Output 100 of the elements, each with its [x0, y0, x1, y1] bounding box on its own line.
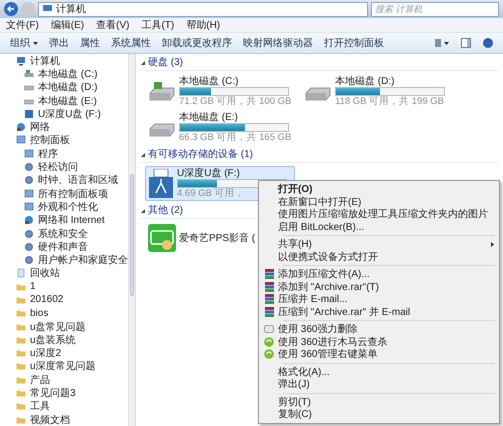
address-bar[interactable]: 计算机	[38, 2, 368, 16]
help-icon[interactable]	[483, 38, 493, 48]
archive-icon	[264, 306, 274, 317]
breadcrumb[interactable]: 计算机	[56, 2, 86, 16]
drive-name: 爱奇艺PPS影音 (	[179, 232, 256, 244]
nav-item[interactable]: 视频文档	[30, 412, 70, 426]
usb-drive-icon	[24, 108, 34, 119]
collapse-icon[interactable]	[141, 61, 145, 65]
capacity-text: 66.3 GB 可用，共 165 GB	[179, 132, 292, 143]
nav-item[interactable]: 程序	[38, 146, 58, 161]
nav-item[interactable]: 计算机	[30, 54, 60, 68]
menu-item[interactable]: 文件(F)	[6, 18, 39, 32]
nav-item[interactable]: 网络和 Internet	[38, 213, 105, 228]
refresh-icon	[264, 349, 274, 360]
nav-item[interactable]: u盘装系统	[30, 332, 76, 347]
preview-pane-icon[interactable]	[461, 38, 471, 48]
nav-item[interactable]: 控制面板	[30, 133, 70, 148]
folder-icon	[16, 361, 26, 372]
view-options-icon[interactable]	[435, 39, 449, 47]
submenu-arrow-icon	[491, 242, 494, 247]
nav-item[interactable]: u盘常见问题	[30, 320, 86, 334]
menu-item[interactable]: 以便携式设备方式打开	[261, 250, 497, 263]
nav-item[interactable]: 本地磁盘 (E:)	[38, 94, 97, 108]
collapse-icon[interactable]	[141, 153, 145, 157]
archive-icon	[264, 269, 274, 280]
menu-item[interactable]: 使用图片压缩缩放处理工具压缩文件夹内的图片	[261, 208, 497, 220]
nav-item[interactable]: 系统和安全	[38, 226, 88, 241]
nav-item[interactable]: 本地磁盘 (C:)	[38, 66, 98, 81]
drive-name: 本地磁盘 (E:)	[179, 112, 239, 123]
folder-icon	[16, 334, 26, 345]
shredder-icon	[264, 325, 274, 334]
back-arrow-icon	[7, 5, 15, 13]
menu-item[interactable]: 弹出(J)	[261, 378, 497, 390]
back-button[interactable]	[4, 2, 18, 16]
toolbar-button[interactable]: 打开控制面板	[324, 36, 384, 50]
settings-icon	[24, 162, 34, 172]
menu-item[interactable]: 工具(T)	[141, 18, 174, 32]
nav-item[interactable]: 201602	[30, 294, 64, 306]
folder-icon	[16, 308, 26, 318]
nav-item[interactable]: 本地磁盘 (D:)	[38, 80, 98, 94]
network-icon	[24, 215, 34, 226]
drive-tile[interactable]: 本地磁盘 (E:) 66.3 GB 可用，共 165 GB	[145, 110, 295, 145]
nav-item[interactable]: 1	[30, 281, 36, 292]
nav-item[interactable]: 产品	[30, 372, 50, 387]
drive-tile[interactable]: 本地磁盘 (D:) 118 GB 可用，共 199 GB	[301, 74, 451, 109]
folder-icon	[16, 374, 26, 385]
nav-item[interactable]: u深度常见问题	[30, 359, 96, 374]
toolbar-button[interactable]: 弹出	[49, 36, 69, 50]
nav-item[interactable]: u深度2	[30, 346, 62, 360]
menu-item[interactable]: 格式化(A)...	[261, 366, 497, 378]
search-field[interactable]: 搜索 计算机	[371, 2, 499, 16]
menu-item[interactable]: 查看(V)	[96, 18, 130, 32]
nav-item[interactable]: 轻松访问	[38, 160, 78, 174]
drive-tile[interactable]: 本地磁盘 (C:) 71.2 GB 可用，共 100 GB	[145, 74, 295, 109]
capacity-text: 71.2 GB 可用，共 100 GB	[179, 96, 292, 107]
settings-icon	[24, 228, 34, 238]
menu-item[interactable]: 使用 360进行木马云查杀	[261, 336, 497, 348]
toolbar-button[interactable]: 属性	[80, 36, 100, 50]
nav-item[interactable]: 工具	[30, 399, 50, 414]
drive-name: U深度U盘 (F:)	[177, 168, 241, 179]
nav-item[interactable]: 外观和个性化	[38, 200, 98, 214]
menu-item[interactable]: 添加到压缩文件(A)...	[261, 268, 497, 280]
usb-drive-icon	[148, 168, 174, 198]
nav-item[interactable]: 所有控制面板项	[38, 186, 108, 201]
nav-item[interactable]: bios	[30, 308, 48, 319]
menu-item[interactable]: 启用 BitLocker(B)...	[261, 220, 497, 233]
toolbar-button[interactable]: 组织	[10, 36, 38, 50]
archive-icon	[264, 294, 274, 304]
refresh-icon	[264, 336, 274, 347]
toolbar-button[interactable]: 卸载或更改程序	[162, 36, 232, 50]
computer-icon	[16, 56, 26, 66]
scrollbar[interactable]	[128, 54, 135, 426]
menu-item[interactable]: 编辑(E)	[50, 18, 84, 32]
folder-icon	[16, 282, 26, 292]
nav-item[interactable]: 用户帐户和家庭安全	[38, 253, 128, 268]
nav-item[interactable]: 回收站	[30, 266, 60, 280]
control-panel-icon	[24, 188, 34, 199]
menu-item[interactable]: 压缩并 E-mail...	[261, 293, 497, 306]
computer-icon	[43, 5, 52, 13]
nav-item[interactable]: 硬件和声音	[38, 240, 88, 254]
toolbar-button[interactable]: 系统属性	[111, 36, 151, 50]
menu-item[interactable]: 添加到 "Archive.rar"(T)	[261, 280, 497, 293]
nav-item[interactable]: 常见问题3	[30, 386, 76, 400]
menu-item[interactable]: 使用 360管理右键菜单	[261, 348, 497, 360]
control-panel-icon	[16, 135, 26, 146]
nav-item[interactable]: 网络	[30, 120, 50, 134]
nav-item[interactable]: U深度U盘 (F:)	[38, 106, 101, 121]
menu-item[interactable]: 剪切(T)	[261, 396, 497, 408]
caret-icon	[33, 42, 38, 44]
menu-item[interactable]: 帮助(H)	[186, 18, 220, 32]
collapse-icon[interactable]	[141, 209, 145, 213]
recycle-bin-icon	[16, 268, 26, 278]
toolbar-button[interactable]: 映射网络驱动器	[243, 36, 313, 50]
nav-item[interactable]: 时钟、语言和区域	[38, 173, 118, 188]
menu-item[interactable]: 复制(C)	[261, 408, 497, 420]
menu-item[interactable]: 共享(H)	[261, 238, 497, 250]
group-title: 硬盘 (3)	[148, 57, 183, 69]
menu-item[interactable]: 使用 360强力删除	[261, 323, 497, 336]
menu-item[interactable]: 压缩到 "Archive.rar" 并 E-mail	[261, 306, 497, 318]
drive-icon	[24, 68, 34, 79]
